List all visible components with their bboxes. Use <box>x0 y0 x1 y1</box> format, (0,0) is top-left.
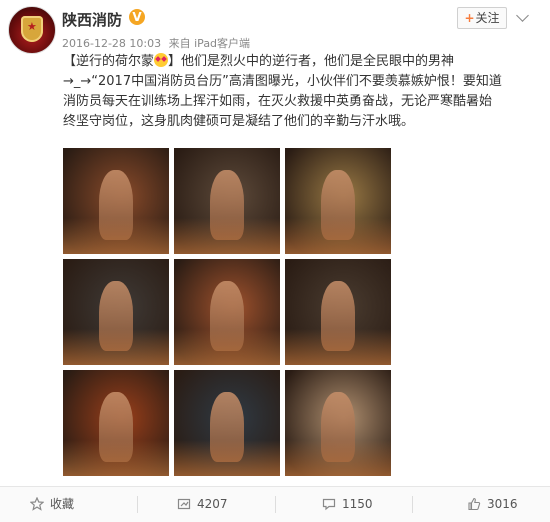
comment-count: 1150 <box>342 497 373 511</box>
smoke-glow <box>63 218 169 254</box>
photo-firefighters-truck[interactable] <box>174 370 280 476</box>
repost-count: 4207 <box>197 497 228 511</box>
avatar[interactable]: ★ <box>8 6 56 54</box>
verified-icon: V <box>129 9 145 25</box>
photo-firefighter-calendar[interactable] <box>285 370 391 476</box>
chevron-down-icon[interactable] <box>516 9 529 22</box>
photo-firefighters-group-smoke[interactable] <box>174 259 280 365</box>
follow-button[interactable]: +关注 <box>457 7 507 29</box>
favorite-button[interactable]: 收藏 <box>29 487 75 522</box>
post-text-part1: 【逆行的荷尔蒙 <box>63 54 155 69</box>
photo-firefighter-with-dog[interactable] <box>174 148 280 254</box>
comment-button[interactable]: 1150 <box>322 487 373 522</box>
post-source: 来自 iPad客户端 <box>168 37 251 50</box>
smoke-glow <box>174 218 280 254</box>
smoke-glow <box>63 329 169 365</box>
thumbs-up-icon <box>468 497 481 511</box>
star-outline-icon <box>29 496 45 511</box>
smoke-glow <box>63 440 169 476</box>
action-bar: 收藏 4207 1150 3016 <box>0 486 550 522</box>
photo-firefighter-portrait[interactable] <box>285 148 391 254</box>
divider <box>275 496 276 513</box>
like-button[interactable]: 3016 <box>467 487 518 522</box>
divider <box>137 496 138 513</box>
comment-icon <box>322 498 336 511</box>
photo-firefighters-fire[interactable] <box>63 370 169 476</box>
post-text: 【逆行的荷尔蒙 】他们是烈火中的逆行者，他们是全民眼中的男神→_→“2017中国消… <box>63 52 503 132</box>
user-name[interactable]: 陕西消防 <box>62 9 122 30</box>
plus-icon: + <box>464 11 475 25</box>
smoke-glow <box>285 329 391 365</box>
smoke-glow <box>285 218 391 254</box>
heart-eyes-emoji-icon <box>154 53 169 67</box>
photo-grid <box>63 148 391 476</box>
smoke-glow <box>174 329 280 365</box>
post-timestamp[interactable]: 2016-12-28 10:03 <box>62 37 161 50</box>
star-icon: ★ <box>27 20 37 33</box>
like-count: 3016 <box>487 497 518 511</box>
photo-firefighter-helmet[interactable] <box>63 259 169 365</box>
repost-icon <box>177 498 191 510</box>
photo-firefighter-seated[interactable] <box>285 259 391 365</box>
favorite-label: 收藏 <box>50 497 75 511</box>
weibo-post-card: ★ 陕西消防 V +关注 2016-12-28 10:03 来自 iPad客户端… <box>0 0 550 522</box>
smoke-glow <box>174 440 280 476</box>
smoke-glow <box>285 440 391 476</box>
divider <box>412 496 413 513</box>
repost-button[interactable]: 4207 <box>177 487 228 522</box>
photo-firefighter-ladder[interactable] <box>63 148 169 254</box>
post-meta: 2016-12-28 10:03 来自 iPad客户端 <box>62 35 254 51</box>
follow-label: 关注 <box>475 11 500 25</box>
